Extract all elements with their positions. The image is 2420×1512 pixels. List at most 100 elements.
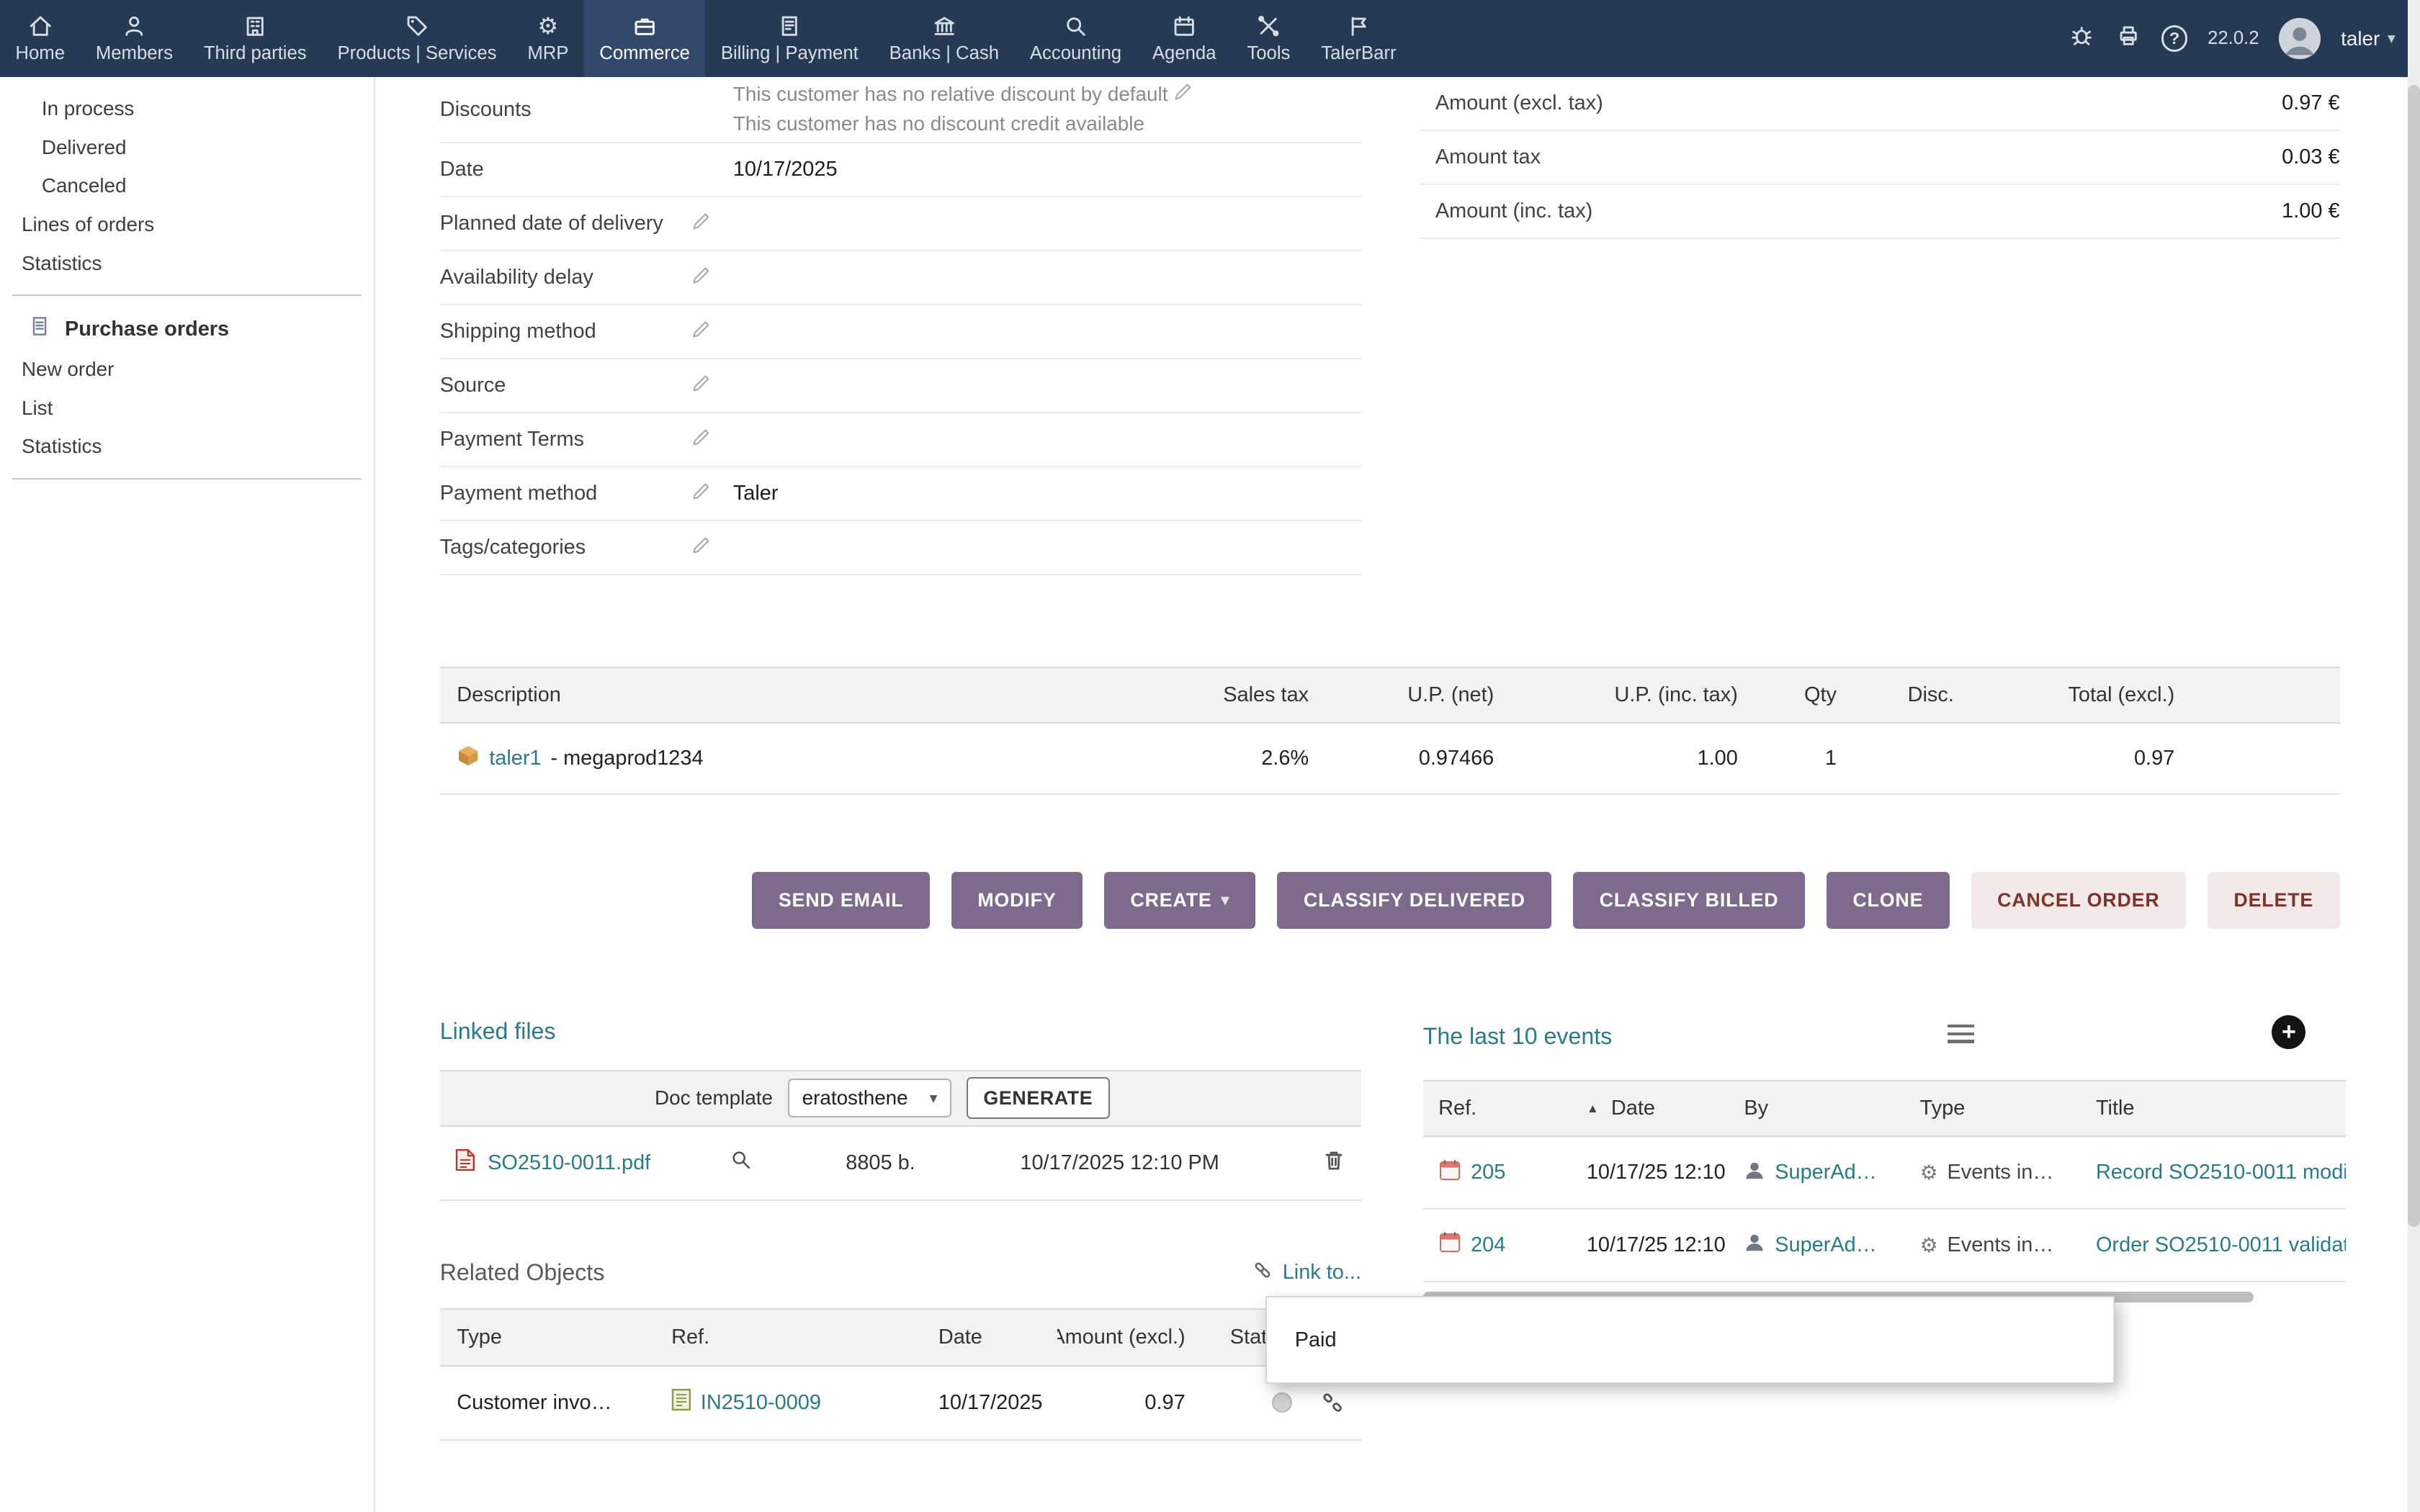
edit-pencil-icon[interactable]: [691, 319, 712, 345]
main-content: Discounts This customer has no relative …: [375, 77, 2420, 1512]
file-link[interactable]: SO2510-0011.pdf: [488, 1151, 650, 1175]
classify-billed-button[interactable]: CLASSIFY BILLED: [1573, 872, 1805, 929]
nav-label: Banks | Cash: [889, 43, 999, 64]
linked-files-table: Doc template eratosthene ▾ GENERATE SO25…: [440, 1070, 1361, 1201]
nav-mrp[interactable]: ⚙ MRP: [512, 0, 584, 77]
related-ref-link[interactable]: IN2510-0009: [701, 1391, 821, 1415]
doc-template-select[interactable]: eratosthene ▾: [788, 1079, 951, 1117]
generate-button[interactable]: GENERATE: [967, 1077, 1110, 1119]
chevron-down-icon: ▾: [1221, 891, 1229, 909]
trash-icon[interactable]: [1322, 1148, 1345, 1177]
classify-delivered-button[interactable]: CLASSIFY DELIVERED: [1277, 872, 1551, 929]
linked-files-header: Doc template eratosthene ▾ GENERATE: [440, 1070, 1361, 1127]
nav-agenda[interactable]: Agenda: [1137, 0, 1231, 77]
total-value: 0.97 €: [2282, 91, 2339, 115]
total-label: Amount tax: [1420, 145, 1541, 169]
col-up-net: U.P. (net): [1321, 683, 1506, 707]
tools-icon: [1255, 13, 1281, 39]
invoice-icon: [671, 1388, 691, 1417]
nav-accounting[interactable]: Accounting: [1014, 0, 1137, 77]
send-email-button[interactable]: SEND EMAIL: [752, 872, 929, 929]
event-ref-link[interactable]: 204: [1471, 1233, 1505, 1257]
briefcase-icon: [632, 13, 658, 39]
nav-label: MRP: [527, 43, 568, 64]
event-ref-link[interactable]: 205: [1471, 1161, 1505, 1184]
edit-pencil-icon[interactable]: [691, 265, 712, 291]
product-description: - megaprod1234: [550, 747, 703, 770]
unlink-icon[interactable]: [1304, 1391, 1361, 1414]
create-button[interactable]: CREATE▾: [1104, 872, 1256, 929]
edit-pencil-icon[interactable]: [691, 211, 712, 237]
user-menu[interactable]: taler ▾: [2341, 27, 2396, 50]
bank-icon: [931, 13, 957, 39]
field-label: Shipping method: [440, 320, 596, 343]
print-icon[interactable]: [2115, 22, 2141, 55]
nav-home[interactable]: Home: [0, 0, 80, 77]
edit-pencil-icon[interactable]: [1173, 83, 1193, 105]
nav-third-parties[interactable]: Third parties: [188, 0, 322, 77]
col-sales-tax: Sales tax: [1136, 683, 1321, 707]
add-event-button[interactable]: +: [2272, 1015, 2305, 1049]
order-date-value: 10/17/2025: [733, 158, 1361, 181]
sidebar-item-statistics[interactable]: Statistics: [0, 244, 374, 283]
building-icon: [242, 13, 268, 39]
avatar[interactable]: [2279, 18, 2321, 60]
calendar-event-icon: [1438, 1158, 1461, 1187]
field-row-availability-delay: Availability delay: [440, 251, 1361, 305]
edit-pencil-icon[interactable]: [691, 481, 712, 507]
cancel-order-button[interactable]: CANCEL ORDER: [1971, 872, 2186, 929]
event-by-link[interactable]: SuperAd…: [1775, 1233, 1876, 1257]
menu-icon[interactable]: [1948, 1025, 1973, 1043]
clone-button[interactable]: CLONE: [1827, 872, 1950, 929]
edit-pencil-icon[interactable]: [691, 427, 712, 453]
nav-billing-payment[interactable]: Billing | Payment: [705, 0, 874, 77]
sidebar-item-list[interactable]: List: [0, 389, 374, 428]
product-link[interactable]: taler1: [489, 747, 541, 770]
event-title-link[interactable]: Record SO2510-0011 modifi: [2081, 1161, 2347, 1184]
col-disc: Disc.: [1849, 683, 1966, 707]
bug-icon[interactable]: [2069, 22, 2094, 55]
sidebar-item-new-order[interactable]: New order: [0, 350, 374, 389]
person-icon: [121, 13, 147, 39]
sidebar-item-lines-of-orders[interactable]: Lines of orders: [0, 205, 374, 244]
nav-members[interactable]: Members: [80, 0, 188, 77]
event-by-link[interactable]: SuperAd…: [1775, 1161, 1876, 1184]
user-avatar-icon: [1744, 1231, 1765, 1259]
link-to-button[interactable]: Link to...: [1252, 1259, 1361, 1287]
nav-banks-cash[interactable]: Banks | Cash: [874, 0, 1014, 77]
related-header-row: Type Ref. Date Amount (excl.) Status: [440, 1308, 1361, 1367]
event-title-link[interactable]: Order SO2510-0011 validate: [2081, 1233, 2347, 1257]
sidebar-item-in-process[interactable]: In process: [0, 89, 374, 128]
related-type: Customer invo…: [440, 1391, 655, 1415]
nav-label: Accounting: [1030, 43, 1121, 64]
preview-magnifier-icon[interactable]: [730, 1149, 846, 1176]
sidebar-section-purchase-orders[interactable]: Purchase orders: [0, 308, 374, 350]
nav-commerce[interactable]: Commerce: [584, 0, 706, 77]
edit-pencil-icon[interactable]: [691, 535, 712, 561]
col-description: Description: [440, 683, 1136, 707]
sidebar-item-canceled[interactable]: Canceled: [0, 166, 374, 205]
nav-tools[interactable]: Tools: [1232, 0, 1306, 77]
events-table: Ref. ▲Date By Type Title 205 10/17/25 12…: [1423, 1080, 2346, 1282]
edit-pencil-icon[interactable]: [691, 373, 712, 399]
discount-default-text: This customer has no relative discount b…: [733, 80, 1361, 109]
sidebar-item-delivered[interactable]: Delivered: [0, 128, 374, 167]
modify-button[interactable]: MODIFY: [951, 872, 1083, 929]
col-type: Type: [440, 1326, 655, 1349]
nav-products-services[interactable]: Products | Services: [322, 0, 512, 77]
help-icon[interactable]: ?: [2161, 25, 2187, 51]
total-value: 1.00 €: [2282, 199, 2339, 223]
event-type: Events in…: [1947, 1161, 2053, 1184]
file-size: 8805 b.: [846, 1151, 1008, 1175]
field-row-discounts: Discounts This customer has no relative …: [440, 77, 1361, 143]
nav-talerbarr[interactable]: TalerBarr: [1306, 0, 1412, 77]
file-date: 10/17/2025 12:10 PM: [1008, 1151, 1322, 1175]
field-label: Source: [440, 374, 506, 397]
col-date[interactable]: ▲Date: [1571, 1097, 1729, 1120]
vertical-scrollbar-thumb[interactable]: [2408, 85, 2420, 1227]
field-row-planned-delivery: Planned date of delivery: [440, 197, 1361, 251]
delete-button[interactable]: DELETE: [2208, 872, 2340, 929]
vertical-scrollbar[interactable]: [2408, 0, 2420, 1512]
field-row-payment-method: Payment method Taler: [440, 467, 1361, 521]
sidebar-item-purchase-statistics[interactable]: Statistics: [0, 427, 374, 466]
